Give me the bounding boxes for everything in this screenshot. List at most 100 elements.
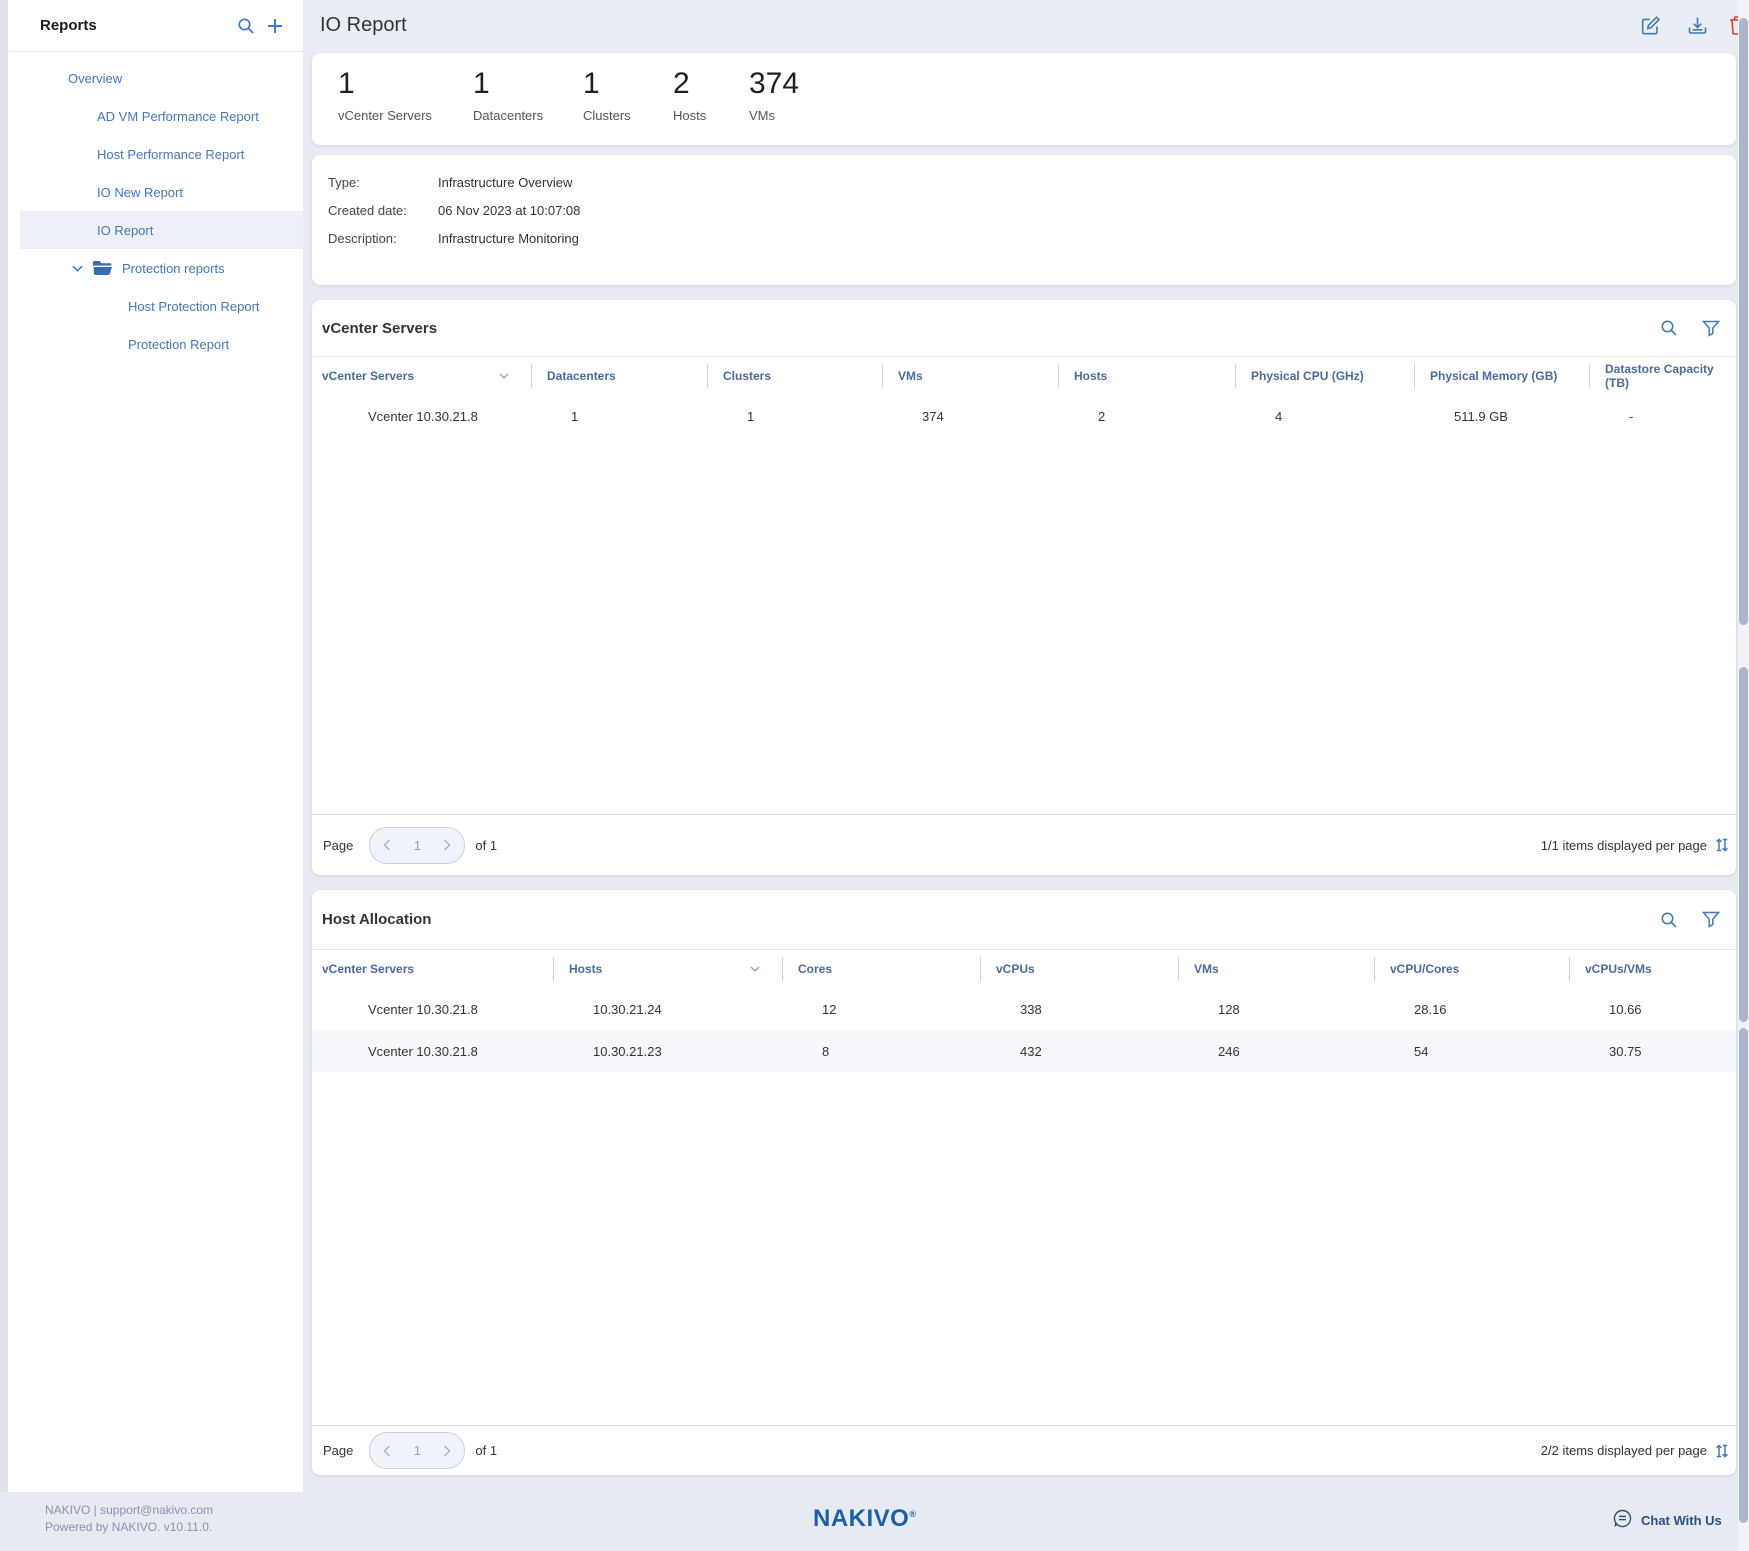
sidebar-item-io-new-report[interactable]: IO New Report (8, 173, 303, 211)
table-row: Vcenter 10.30.21.8 1 1 374 2 4 511.9 GB … (312, 395, 1736, 437)
column-header-hosts[interactable]: Hosts (1058, 357, 1235, 395)
cell-vms: 128 (1178, 1002, 1374, 1017)
add-report-icon[interactable] (266, 17, 284, 35)
export-report-icon[interactable] (1687, 15, 1708, 36)
cell-vcpus-vms: 10.66 (1569, 1002, 1736, 1017)
search-icon[interactable] (1660, 911, 1678, 929)
chevron-down-icon[interactable] (72, 265, 83, 272)
host-card-header: Host Allocation (312, 890, 1736, 950)
stat-vcenter-servers: 1 vCenter Servers (338, 67, 473, 145)
sidebar-item-io-report[interactable]: IO Report (20, 211, 303, 249)
search-icon[interactable] (237, 17, 255, 35)
page-of-label: of 1 (475, 1443, 497, 1458)
cell-physical-memory: 511.9 GB (1414, 409, 1589, 424)
stat-label: Datacenters (473, 108, 583, 123)
items-per-page-icon[interactable] (1714, 1443, 1730, 1459)
host-table-header: vCenter Servers Hosts Cores vCPUs VMs vC… (312, 950, 1736, 988)
nakivo-logo: NAKIVO® (813, 1505, 916, 1533)
cell-vcpu-cores: 54 (1374, 1044, 1569, 1059)
stat-value: 1 (338, 67, 473, 101)
column-header-datacenters[interactable]: Datacenters (531, 357, 707, 395)
next-page-icon[interactable] (443, 1445, 451, 1457)
scrollbar-thumb[interactable] (1739, 667, 1748, 1022)
vcenter-servers-card: vCenter Servers vCenter Servers (312, 300, 1736, 875)
cell-cores: 12 (782, 1002, 980, 1017)
filter-icon[interactable] (1702, 320, 1720, 337)
filter-icon[interactable] (1702, 911, 1720, 928)
prev-page-icon[interactable] (383, 839, 391, 851)
reports-tree: Overview AD VM Performance Report Host P… (8, 52, 303, 363)
report-details-card: Type: Infrastructure Overview Created da… (312, 155, 1736, 285)
delete-report-icon[interactable] (1728, 15, 1738, 37)
cell-host: 10.30.21.23 (553, 1044, 782, 1059)
column-header-physical-cpu[interactable]: Physical CPU (GHz) (1235, 357, 1414, 395)
column-header-vms[interactable]: VMs (1178, 950, 1374, 988)
cell-vcenter: Vcenter 10.30.21.8 (312, 1002, 553, 1017)
vcenter-table-header: vCenter Servers Datacenters Clusters VMs… (312, 357, 1736, 395)
vertical-scrollbar (1738, 0, 1749, 1551)
scrollbar-thumb[interactable] (1739, 18, 1748, 625)
host-card-title: Host Allocation (322, 911, 431, 928)
stat-label: VMs (749, 108, 799, 123)
cell-datacenters: 1 (531, 409, 707, 424)
column-header-physical-memory[interactable]: Physical Memory (GB) (1414, 357, 1589, 395)
app-window: Reports Overview AD VM Performance Repor… (0, 0, 1749, 1551)
cell-cores: 8 (782, 1044, 980, 1059)
stat-vms: 374 VMs (749, 67, 799, 145)
cell-clusters: 1 (707, 409, 882, 424)
prev-page-icon[interactable] (383, 1445, 391, 1457)
column-header-vcpus[interactable]: vCPUs (980, 950, 1178, 988)
cell-vcenter: Vcenter 10.30.21.8 (312, 409, 531, 424)
items-per-page-label: 1/1 items displayed per page (1541, 838, 1707, 853)
footer-support-line: NAKIVO | support@nakivo.com (45, 1502, 213, 1519)
items-per-page-icon[interactable] (1714, 837, 1730, 853)
detail-row-type: Type: Infrastructure Overview (328, 168, 1736, 196)
sidebar-item-ad-vm-performance-report[interactable]: AD VM Performance Report (8, 97, 303, 135)
detail-label: Description: (328, 231, 438, 246)
cell-vcenter: Vcenter 10.30.21.8 (312, 1044, 553, 1059)
stat-value: 2 (673, 67, 749, 101)
table-row: Vcenter 10.30.21.8 10.30.21.23 8 432 246… (312, 1030, 1736, 1072)
cell-physical-cpu: 4 (1235, 409, 1414, 424)
sort-chevron-icon[interactable] (750, 966, 760, 972)
cell-vcpus: 338 (980, 1002, 1178, 1017)
current-page-value[interactable]: 1 (414, 1443, 421, 1458)
host-allocation-card: Host Allocation vCenter Servers Hosts (312, 890, 1736, 1475)
vcenter-card-header: vCenter Servers (312, 300, 1736, 357)
detail-value: Infrastructure Monitoring (438, 231, 579, 246)
column-header-vcpu-cores[interactable]: vCPU/Cores (1374, 950, 1569, 988)
stat-label: Clusters (583, 108, 673, 123)
page-stepper: 1 (369, 827, 465, 864)
column-header-cores[interactable]: Cores (782, 950, 980, 988)
stat-label: Hosts (673, 108, 749, 123)
column-header-clusters[interactable]: Clusters (707, 357, 882, 395)
edit-report-icon[interactable] (1640, 15, 1661, 36)
vcenter-pagination: Page 1 of 1 1/1 items displayed per page (312, 814, 1736, 875)
summary-stats-card: 1 vCenter Servers 1 Datacenters 1 Cluste… (312, 53, 1736, 145)
sidebar-item-host-protection-report[interactable]: Host Protection Report (8, 287, 303, 325)
detail-row-description: Description: Infrastructure Monitoring (328, 224, 1736, 252)
detail-value: Infrastructure Overview (438, 175, 572, 190)
column-header-vms[interactable]: VMs (882, 357, 1058, 395)
scrollbar-thumb[interactable] (1739, 1028, 1748, 1523)
column-header-datastore-capacity[interactable]: Datastore Capacity (TB) (1589, 357, 1736, 395)
next-page-icon[interactable] (443, 839, 451, 851)
chat-with-us-button[interactable]: Chat With Us (1613, 1509, 1722, 1531)
footer-powered-line: Powered by NAKIVO. v10.11.0. (45, 1519, 213, 1536)
column-header-vcenter-servers[interactable]: vCenter Servers (312, 357, 531, 395)
column-header-vcpus-vms[interactable]: vCPUs/VMs (1569, 950, 1736, 988)
stat-label: vCenter Servers (338, 108, 473, 123)
stat-datacenters: 1 Datacenters (473, 67, 583, 145)
current-page-value[interactable]: 1 (414, 838, 421, 853)
sidebar-item-protection-report[interactable]: Protection Report (8, 325, 303, 363)
left-edge-rail (0, 0, 8, 1492)
search-icon[interactable] (1660, 319, 1678, 337)
column-header-hosts[interactable]: Hosts (553, 950, 782, 988)
sidebar-item-host-performance-report[interactable]: Host Performance Report (8, 135, 303, 173)
page-header: IO Report (303, 0, 1738, 52)
sort-chevron-icon[interactable] (499, 373, 509, 379)
sidebar-item-overview[interactable]: Overview (8, 59, 303, 97)
column-header-vcenter-servers[interactable]: vCenter Servers (312, 950, 553, 988)
sidebar-folder-protection-reports[interactable]: Protection reports (8, 249, 303, 287)
page-stepper: 1 (369, 1432, 465, 1469)
